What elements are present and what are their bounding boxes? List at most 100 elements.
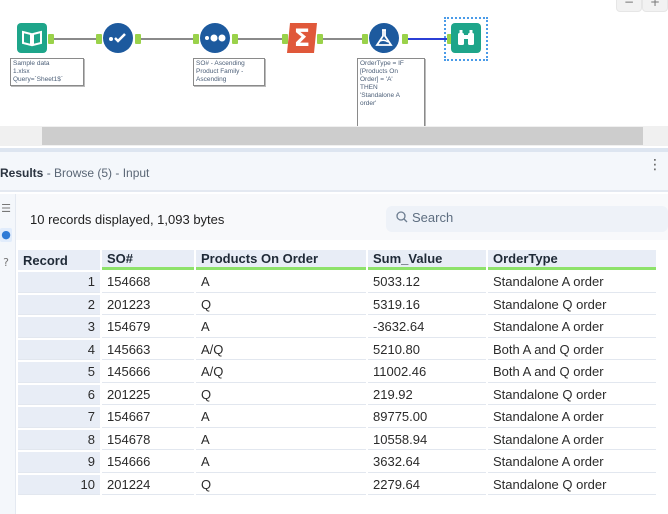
cell-sum-value[interactable]: 5319.16: [368, 294, 486, 315]
cell-products-on-order[interactable]: A/Q: [196, 339, 366, 360]
cell-ordertype[interactable]: Standalone A order: [488, 429, 656, 450]
cell-ordertype[interactable]: Standalone Q order: [488, 474, 656, 495]
table-row[interactable]: 9 154666 A 3632.64 Standalone A order: [18, 452, 656, 473]
cell-record[interactable]: 9: [18, 452, 100, 473]
column-header-so[interactable]: SO#: [102, 250, 194, 270]
formula-tool[interactable]: [368, 22, 400, 54]
results-panel: 10 records displayed, 1,093 bytes Record…: [16, 194, 668, 514]
cell-ordertype[interactable]: Standalone Q order: [488, 294, 656, 315]
select-tool[interactable]: [102, 22, 134, 54]
cell-record[interactable]: 8: [18, 429, 100, 450]
cell-ordertype[interactable]: Standalone A order: [488, 272, 656, 293]
cell-products-on-order[interactable]: Q: [196, 294, 366, 315]
sort-annotation: SO# - Ascending Product Family - Ascendi…: [193, 58, 265, 86]
table-row[interactable]: 2 201223 Q 5319.16 Standalone Q order: [18, 294, 656, 315]
cell-so[interactable]: 154678: [102, 429, 194, 450]
column-header-record[interactable]: Record: [18, 250, 100, 270]
column-header-products-on-order[interactable]: Products On Order: [196, 250, 366, 270]
cell-record[interactable]: 6: [18, 384, 100, 405]
zoom-in-button[interactable]: +: [642, 0, 668, 12]
connection-line: [138, 38, 194, 40]
cell-sum-value[interactable]: 2279.64: [368, 474, 486, 495]
annotation-line: Query=`Sheet1$`: [13, 76, 64, 83]
cell-record[interactable]: 10: [18, 474, 100, 495]
output-anchor[interactable]: [402, 34, 408, 44]
browse-tool[interactable]: [450, 22, 482, 54]
table-row[interactable]: 1 154668 A 5033.12 Standalone A order: [18, 272, 656, 293]
cell-ordertype[interactable]: Standalone A order: [488, 452, 656, 473]
annotation-line: Order] = 'A': [360, 76, 393, 83]
cell-sum-value[interactable]: 5033.12: [368, 272, 486, 293]
cell-sum-value[interactable]: 89775.00: [368, 407, 486, 428]
cell-sum-value[interactable]: 219.92: [368, 384, 486, 405]
cell-sum-value[interactable]: 10558.94: [368, 429, 486, 450]
cell-so[interactable]: 154668: [102, 272, 194, 293]
search-input[interactable]: [412, 210, 652, 225]
cell-products-on-order[interactable]: A: [196, 429, 366, 450]
results-table: Record SO# Products On Order Sum_Value O…: [16, 248, 658, 497]
cell-so[interactable]: 201225: [102, 384, 194, 405]
cell-record[interactable]: 4: [18, 339, 100, 360]
summarize-tool[interactable]: Σ: [286, 22, 318, 54]
column-header-sum-value[interactable]: Sum_Value: [368, 250, 486, 270]
cell-sum-value[interactable]: 11002.46: [368, 362, 486, 383]
cell-products-on-order[interactable]: A/Q: [196, 362, 366, 383]
output-anchor[interactable]: [48, 34, 54, 44]
cell-so[interactable]: 154666: [102, 452, 194, 473]
cell-so[interactable]: 145663: [102, 339, 194, 360]
table-row[interactable]: 8 154678 A 10558.94 Standalone A order: [18, 429, 656, 450]
cell-sum-value[interactable]: 5210.80: [368, 339, 486, 360]
zoom-out-button[interactable]: −: [616, 0, 642, 12]
cell-sum-value[interactable]: 3632.64: [368, 452, 486, 473]
column-header-ordertype[interactable]: OrderType: [488, 250, 656, 270]
table-row[interactable]: 3 154679 A -3632.64 Standalone A order: [18, 317, 656, 338]
cell-products-on-order[interactable]: Q: [196, 474, 366, 495]
help-icon[interactable]: ?: [0, 256, 12, 270]
search-box[interactable]: [386, 206, 668, 232]
annotation-line: 'Standalone A: [360, 92, 400, 99]
table-row[interactable]: 7 154667 A 89775.00 Standalone A order: [18, 407, 656, 428]
cell-ordertype[interactable]: Standalone A order: [488, 407, 656, 428]
list-view-icon[interactable]: ☰: [0, 202, 12, 216]
annotation-line: THEN: [360, 84, 378, 91]
cell-products-on-order[interactable]: Q: [196, 384, 366, 405]
data-view-icon[interactable]: ●: [0, 228, 12, 242]
table-row[interactable]: 6 201225 Q 219.92 Standalone Q order: [18, 384, 656, 405]
cell-products-on-order[interactable]: A: [196, 452, 366, 473]
table-row[interactable]: 10 201224 Q 2279.64 Standalone Q order: [18, 474, 656, 495]
more-options-icon[interactable]: ⋮: [648, 158, 662, 172]
sort-tool[interactable]: [199, 22, 231, 54]
output-anchor[interactable]: [135, 34, 141, 44]
cell-products-on-order[interactable]: A: [196, 317, 366, 338]
table-header-row: Record SO# Products On Order Sum_Value O…: [18, 250, 656, 270]
scrollbar-thumb[interactable]: [42, 127, 643, 145]
cell-ordertype[interactable]: Both A and Q order: [488, 362, 656, 383]
checkmark-icon: [103, 23, 133, 53]
workflow-canvas[interactable]: − + Σ Sample data 1.xlsx Query=`Sheet1$`…: [0, 0, 668, 148]
cell-so[interactable]: 154679: [102, 317, 194, 338]
cell-so[interactable]: 201224: [102, 474, 194, 495]
cell-record[interactable]: 5: [18, 362, 100, 383]
cell-so[interactable]: 154667: [102, 407, 194, 428]
cell-products-on-order[interactable]: A: [196, 272, 366, 293]
cell-record[interactable]: 7: [18, 407, 100, 428]
cell-so[interactable]: 145666: [102, 362, 194, 383]
input-data-tool[interactable]: [16, 22, 48, 54]
annotation-line: Product Family -: [196, 68, 244, 75]
connection-line: [234, 38, 284, 40]
cell-record[interactable]: 2: [18, 294, 100, 315]
results-side-rail: ☰ ● ?: [0, 194, 16, 514]
cell-ordertype[interactable]: Both A and Q order: [488, 339, 656, 360]
table-row[interactable]: 5 145666 A/Q 11002.46 Both A and Q order: [18, 362, 656, 383]
connection-line-selected: [406, 38, 448, 40]
output-anchor[interactable]: [232, 34, 238, 44]
cell-record[interactable]: 3: [18, 317, 100, 338]
cell-products-on-order[interactable]: A: [196, 407, 366, 428]
canvas-horizontal-scrollbar[interactable]: [0, 126, 668, 146]
cell-ordertype[interactable]: Standalone A order: [488, 317, 656, 338]
table-row[interactable]: 4 145663 A/Q 5210.80 Both A and Q order: [18, 339, 656, 360]
cell-record[interactable]: 1: [18, 272, 100, 293]
cell-ordertype[interactable]: Standalone Q order: [488, 384, 656, 405]
cell-so[interactable]: 201223: [102, 294, 194, 315]
cell-sum-value[interactable]: -3632.64: [368, 317, 486, 338]
